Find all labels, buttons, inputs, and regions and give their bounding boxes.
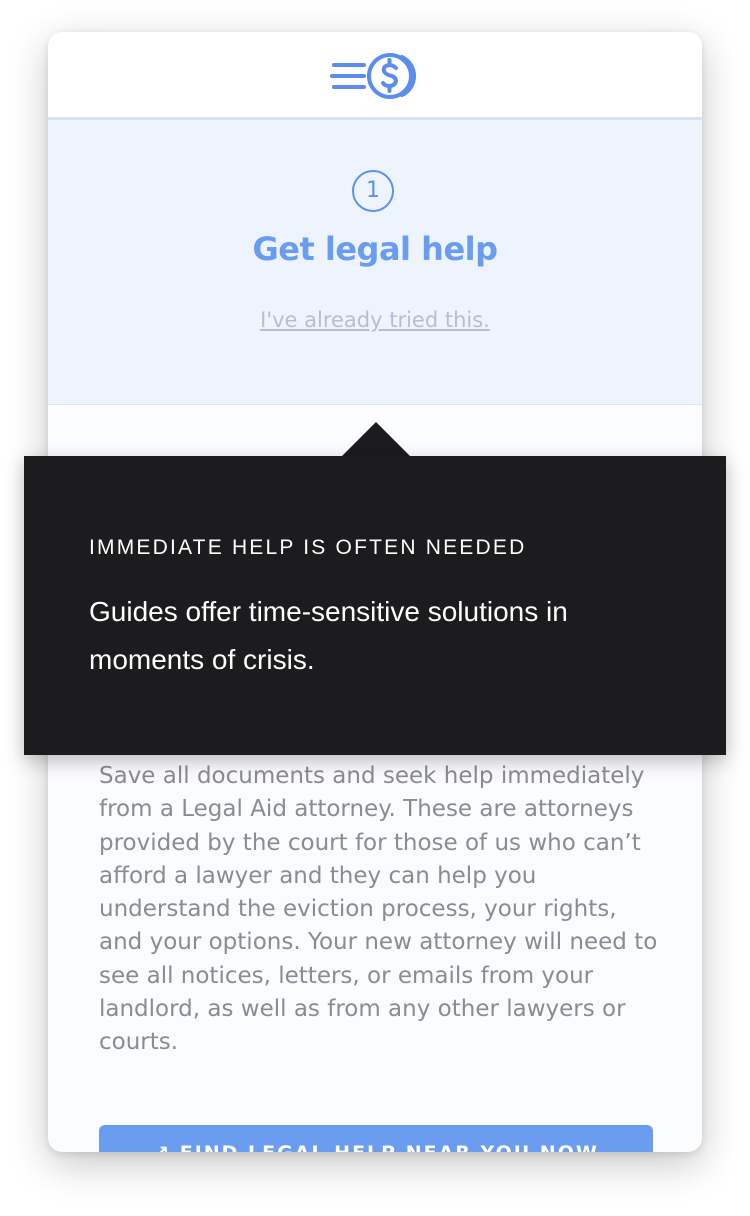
step-section: 1 Get legal help I've already tried this… <box>48 120 702 405</box>
step-description: Save all documents and seek help immedia… <box>99 763 658 1056</box>
find-legal-help-button[interactable]: ↗ FIND LEGAL HELP NEAR YOU NOW <box>99 1125 653 1152</box>
guide-tooltip[interactable]: IMMEDIATE HELP IS OFTEN NEEDED Guides of… <box>24 456 726 755</box>
top-bar <box>48 32 702 120</box>
tooltip-arrow <box>342 422 410 456</box>
tooltip-body: Guides offer time-sensitive solutions in… <box>89 596 568 675</box>
dollar-coin-logo-icon[interactable] <box>330 50 422 102</box>
step-number-badge: 1 <box>352 170 394 212</box>
tooltip-heading: IMMEDIATE HELP IS OFTEN NEEDED <box>89 536 527 559</box>
step-title: Get legal help <box>252 230 498 268</box>
already-tried-link[interactable]: I've already tried this. <box>48 308 702 332</box>
